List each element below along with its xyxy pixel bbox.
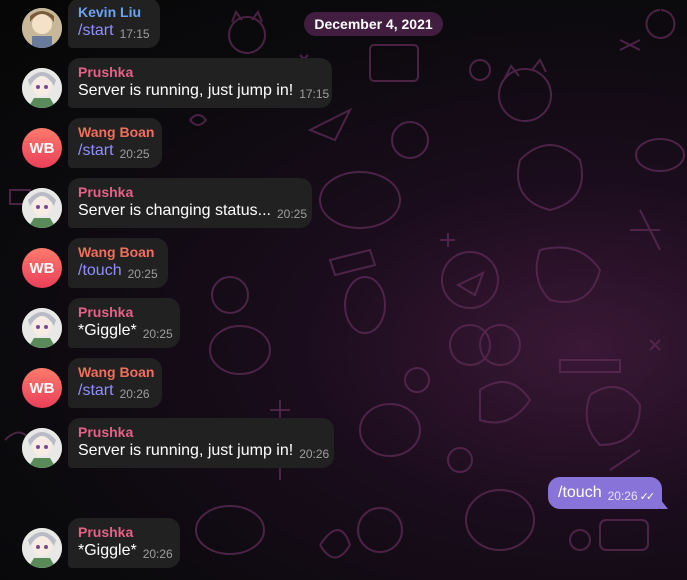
message-time: 20:25 <box>276 207 308 221</box>
command-link[interactable]: /start <box>78 142 114 159</box>
sender-name: Prushka <box>78 304 134 320</box>
avatar-prushka[interactable] <box>22 528 62 568</box>
avatar-prushka[interactable] <box>22 428 62 468</box>
sender-name: Prushka <box>78 424 134 440</box>
avatar-kevin-liu[interactable] <box>22 8 62 48</box>
message-time: 20:25 <box>142 327 173 341</box>
command-link[interactable]: /start <box>78 22 114 39</box>
bubble-tail <box>660 499 668 509</box>
sender-name: Prushka <box>78 184 134 200</box>
avatar-initials: WB <box>29 139 55 157</box>
message-bubble[interactable]: Prushka Server is running, just jump in!… <box>68 418 334 468</box>
avatar-prushka[interactable] <box>22 308 62 348</box>
avatar-initials: WB <box>29 379 55 397</box>
avatar-initials: WB <box>29 259 55 277</box>
avatar-prushka[interactable] <box>22 188 62 228</box>
sender-name: Prushka <box>78 64 134 80</box>
message-time: 20:26 <box>119 387 150 401</box>
message-bubble[interactable]: Wang Boan /start 20:26 <box>68 358 162 408</box>
avatar-wang-boan[interactable]: WB <box>22 368 62 408</box>
sender-name: Kevin Liu <box>78 4 142 20</box>
outgoing-message-bubble[interactable]: /touch 20:26 ✓✓ <box>548 477 662 509</box>
message-time: 20:25 <box>127 267 158 281</box>
message-time: 20:25 <box>119 147 150 161</box>
message-time: 20:26 <box>607 489 638 503</box>
message-bubble[interactable]: Wang Boan /touch 20:25 <box>68 238 168 288</box>
message-bubble[interactable]: Wang Boan /start 20:25 <box>68 118 162 168</box>
sender-name: Wang Boan <box>78 124 155 140</box>
sender-name: Wang Boan <box>78 364 155 380</box>
message-bubble[interactable]: Prushka Server is running, just jump in!… <box>68 58 332 108</box>
anime-avatar-icon <box>22 308 62 348</box>
message-text: *Giggle* <box>78 322 137 339</box>
message-time: 17:15 <box>119 27 150 41</box>
date-separator-label: December 4, 2021 <box>314 16 433 32</box>
message-text: Server is running, just jump in! <box>78 442 294 459</box>
sender-name: Wang Boan <box>78 244 155 260</box>
command-link[interactable]: /touch <box>78 262 122 279</box>
anime-avatar-icon <box>22 428 62 468</box>
outgoing-command-text[interactable]: /touch <box>558 484 602 501</box>
message-bubble[interactable]: Prushka *Giggle* 20:25 <box>68 298 180 348</box>
anime-avatar-icon <box>22 188 62 228</box>
anime-avatar-icon <box>22 68 62 108</box>
date-separator: December 4, 2021 <box>304 12 443 36</box>
avatar-wang-boan[interactable]: WB <box>22 128 62 168</box>
message-bubble[interactable]: Prushka *Giggle* 20:26 <box>68 518 180 568</box>
sender-name: Prushka <box>78 524 134 540</box>
message-bubble[interactable]: Kevin Liu /start 17:15 <box>68 0 160 48</box>
message-time: 20:26 <box>142 547 173 561</box>
message-text: Server is running, just jump in! <box>78 82 294 99</box>
anime-avatar-icon <box>22 8 62 48</box>
command-link[interactable]: /start <box>78 382 114 399</box>
avatar-prushka[interactable] <box>22 68 62 108</box>
message-time: 17:15 <box>299 87 330 101</box>
message-text: Server is changing status... <box>78 202 271 219</box>
message-text: *Giggle* <box>78 542 137 559</box>
read-receipt-icon: ✓✓ <box>639 491 656 503</box>
message-bubble[interactable]: Prushka Server is changing status... 20:2… <box>68 178 312 228</box>
avatar-wang-boan[interactable]: WB <box>22 248 62 288</box>
anime-avatar-icon <box>22 528 62 568</box>
message-time: 20:26 <box>299 447 330 461</box>
